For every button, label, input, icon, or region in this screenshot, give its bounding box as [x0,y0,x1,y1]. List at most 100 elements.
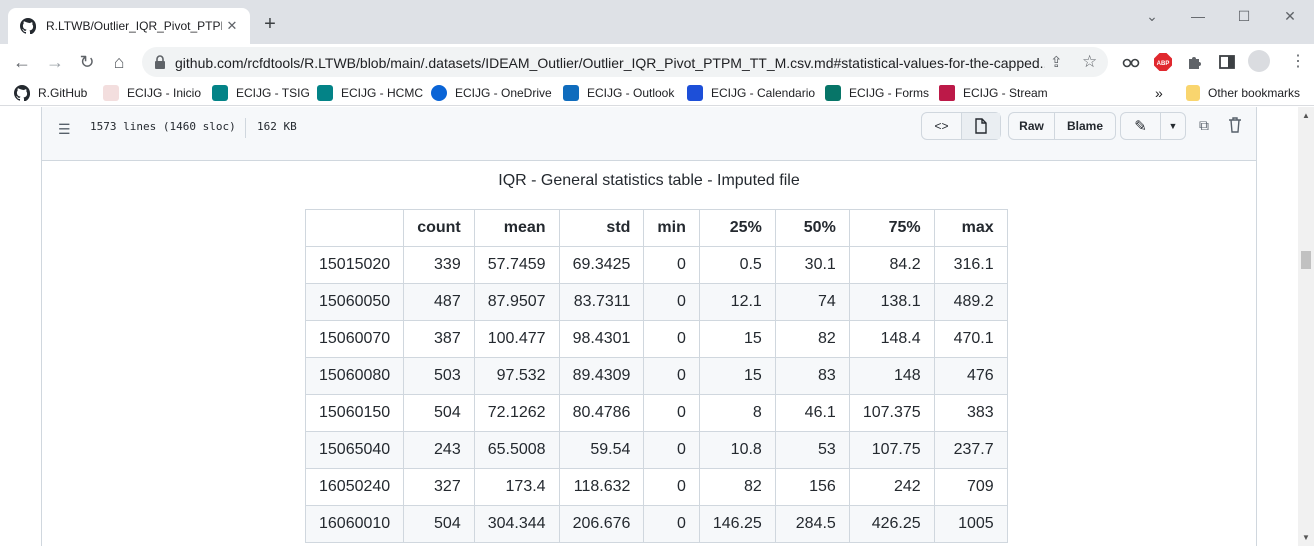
page-icon [103,85,119,101]
bookmark-label: ECIJG - Calendario [711,86,816,100]
table-cell: 0 [643,246,700,284]
station-code-cell: 15060050 [304,283,405,321]
table-cell: 89.4309 [558,357,645,395]
bookmark-star-icon[interactable]: ☆ [1082,52,1097,72]
table-row: 15060080 503 97.532 89.4309 0 15 83 148 476 [304,357,1008,395]
bookmark-item[interactable]: ECIJG - HCMC [317,84,423,102]
table-cell: 0 [643,394,700,432]
table-cell: 173.4 [473,468,560,506]
onedrive-icon [431,85,447,101]
blame-button[interactable]: Blame [1055,113,1115,139]
table-cell: 83.7311 [558,283,645,321]
back-icon[interactable]: ← [12,52,32,72]
share-icon[interactable]: ⇪ [1050,53,1063,71]
column-header: max [933,209,1008,247]
table-cell: 107.75 [848,431,935,469]
bookmark-item[interactable]: ECIJG - Calendario [687,84,815,102]
table-cell: 12.1 [698,283,776,321]
table-cell: 82 [698,468,776,506]
table-cell: 30.1 [774,246,850,284]
extension-glasses-icon[interactable] [1122,53,1140,71]
table-cell: 709 [933,468,1008,506]
table-cell: 84.2 [848,246,935,284]
bookmark-item[interactable]: ECIJG - TSIG [212,84,310,102]
new-tab-icon[interactable]: + [260,14,280,34]
page-content: ☰ 1573 lines (1460 sloc) 162 KB <> Raw B… [0,107,1298,546]
table-cell: 470.1 [933,320,1008,358]
code-view-icon[interactable]: <> [922,113,962,139]
other-bookmarks[interactable]: Other bookmarks [1186,84,1300,102]
outline-list-icon[interactable]: ☰ [58,121,71,138]
folder-icon [1186,85,1200,101]
station-code-cell: 15060150 [304,394,405,432]
table-cell: 8 [698,394,776,432]
side-panel-icon[interactable] [1218,53,1236,71]
table-cell: 15 [698,357,776,395]
scroll-down-icon[interactable]: ▼ [1302,533,1310,542]
table-cell: 57.7459 [473,246,560,284]
bookmarks-bar: R.GitHub ECIJG - Inicio ECIJG - TSIG ECI… [0,80,1314,106]
table-cell: 426.25 [848,505,935,543]
station-code-cell: 15015020 [304,246,405,284]
profile-avatar[interactable] [1248,50,1270,72]
column-header [304,209,405,247]
column-header: 75% [848,209,935,247]
edit-pencil-icon[interactable]: ✎ [1121,113,1161,139]
extensions-puzzle-icon[interactable] [1186,53,1204,71]
adblock-plus-icon[interactable]: ABP [1154,53,1172,71]
preview-file-icon[interactable] [962,113,1000,139]
column-header: count [403,209,475,247]
scroll-thumb[interactable] [1301,251,1311,269]
bookmark-label: ECIJG - Outlook [587,86,675,100]
chevron-down-icon[interactable]: ▼ [1161,113,1185,139]
table-cell: 59.54 [558,431,645,469]
trash-icon[interactable] [1226,117,1244,135]
maximize-icon[interactable]: ☐ [1234,6,1254,26]
table-cell: 0 [643,505,700,543]
view-toggle-group: <> [921,112,1001,140]
forward-icon[interactable]: → [45,52,65,72]
github-icon [14,85,30,101]
minimize-icon[interactable]: — [1188,6,1208,26]
raw-button[interactable]: Raw [1009,113,1055,139]
table-cell: 0.5 [698,246,776,284]
address-bar[interactable]: github.com/rcfdtools/R.LTWB/blob/main/.d… [142,47,1108,77]
station-code-cell: 15065040 [304,431,405,469]
lock-icon [155,55,165,69]
file-header: ☰ 1573 lines (1460 sloc) 162 KB <> Raw B… [42,107,1256,161]
table-row: 16050240 327 173.4 118.632 0 82 156 242 709 [304,468,1008,506]
bookmark-item[interactable]: ECIJG - OneDrive [431,84,552,102]
reload-icon[interactable]: ↻ [77,52,97,72]
close-window-icon[interactable]: ✕ [1280,6,1300,26]
copy-icon[interactable]: ⧉ [1195,117,1213,135]
column-header: min [643,209,700,247]
table-cell: 148.4 [848,320,935,358]
bookmark-item[interactable]: ECIJG - Inicio [103,84,201,102]
column-header: mean [473,209,560,247]
table-cell: 304.344 [473,505,560,543]
table-cell: 53 [774,431,850,469]
bookmark-label: ECIJG - Inicio [127,86,202,100]
more-bookmarks-icon[interactable]: » [1155,84,1163,102]
table-cell: 243 [403,431,475,469]
scroll-up-icon[interactable]: ▲ [1302,111,1310,120]
table-cell: 242 [848,468,935,506]
table-cell: 487 [403,283,475,321]
bookmark-label: ECIJG - OneDrive [455,86,552,100]
bookmark-label: ECIJG - Stream [963,86,1048,100]
close-tab-icon[interactable]: ✕ [224,18,240,34]
table-cell: 87.9507 [473,283,560,321]
table-cell: 72.1262 [473,394,560,432]
vertical-scrollbar[interactable]: ▲ ▼ [1298,107,1314,546]
tab-strip: R.LTWB/Outlier_IQR_Pivot_PTPM_ ✕ + ⌄ — ☐… [0,0,1314,44]
tab-search-icon[interactable]: ⌄ [1142,6,1162,26]
bookmark-item[interactable]: ECIJG - Stream [939,84,1048,102]
browser-tab[interactable]: R.LTWB/Outlier_IQR_Pivot_PTPM_ ✕ [8,8,250,44]
menu-kebab-icon[interactable]: ⋮ [1290,53,1308,71]
bookmark-item[interactable]: R.GitHub [14,84,87,102]
calendar-icon [687,85,703,101]
bookmark-item[interactable]: ECIJG - Forms [825,84,929,102]
home-icon[interactable]: ⌂ [109,52,129,72]
bookmark-item[interactable]: ECIJG - Outlook [563,84,674,102]
table-row: 15060070 387 100.477 98.4301 0 15 82 148.4 470.1 [304,320,1008,358]
